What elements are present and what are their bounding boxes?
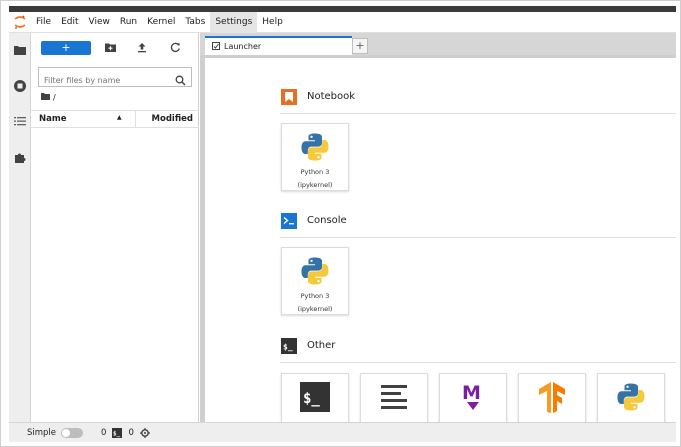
new-launcher-button[interactable]: + — [41, 41, 91, 55]
launcher-card-tensorflow[interactable] — [518, 373, 586, 422]
menu-run[interactable]: Run — [115, 12, 142, 33]
terminal-section-icon: $_ — [280, 337, 297, 354]
menu-tabs[interactable]: Tabs — [180, 12, 210, 33]
upload-icon[interactable] — [135, 40, 149, 54]
svg-text:M: M — [462, 382, 481, 404]
kernel-count[interactable]: 0 — [101, 428, 106, 438]
card-sublabel: (ipykernel) — [297, 181, 333, 189]
main-dock-area: Launcher + Notebook Python 3 (ipykernel)… — [200, 33, 676, 422]
section-divider — [280, 362, 676, 363]
jupyter-logo-icon — [9, 12, 31, 33]
card-sublabel: (ipykernel) — [297, 305, 333, 313]
table-of-contents-icon[interactable] — [11, 112, 29, 130]
tensorflow-icon — [519, 380, 585, 414]
breadcrumb-root[interactable]: / — [53, 93, 56, 102]
section-divider — [280, 237, 676, 238]
menu-edit[interactable]: Edit — [56, 12, 83, 33]
card-label: Python 3 — [300, 168, 330, 176]
extension-puzzle-icon[interactable] — [11, 149, 29, 167]
svg-text:$_: $_ — [113, 430, 121, 437]
python-logo-icon — [282, 130, 348, 164]
left-activity-bar — [9, 33, 31, 422]
file-browser-toolbar: + — [31, 33, 199, 61]
file-browser-panel: + / Name ▲ Mod — [31, 33, 199, 422]
column-name-header[interactable]: Name — [39, 114, 66, 124]
home-folder-icon[interactable] — [41, 93, 50, 102]
terminal-icon: $_ — [282, 380, 348, 414]
terminal-count[interactable]: 0 — [128, 428, 133, 438]
section-title-text: Notebook — [307, 91, 356, 102]
status-bar: Simple 0 $_ 0 — [9, 422, 676, 442]
section-notebook: Notebook — [280, 88, 355, 105]
launcher-card-markdown[interactable]: M — [439, 373, 507, 422]
folder-icon[interactable] — [11, 41, 29, 59]
menu-view[interactable]: View — [84, 12, 115, 33]
file-list-header: Name ▲ Modified — [31, 110, 199, 128]
new-tab-button[interactable]: + — [352, 38, 368, 54]
tab-bar: Launcher + — [200, 33, 676, 55]
section-title-text: Other — [307, 340, 336, 351]
card-label: Python 3 — [300, 292, 330, 300]
markdown-icon: M — [440, 380, 506, 414]
sort-ascending-icon: ▲ — [117, 114, 122, 121]
python-logo-icon — [282, 254, 348, 288]
column-divider[interactable] — [135, 111, 136, 128]
simple-mode-label: Simple — [27, 427, 57, 438]
menu-file[interactable]: File — [31, 12, 56, 33]
jupyterlab-window: File Edit View Run Kernel Tabs Settings … — [0, 0, 681, 447]
terminal-status-icon[interactable]: $_ — [112, 427, 123, 438]
launcher-card-python-file[interactable] — [597, 373, 665, 422]
svg-text:$_: $_ — [303, 391, 320, 407]
section-console: Console — [280, 212, 347, 229]
launcher-card-console-python3[interactable]: Python 3 (ipykernel) — [281, 247, 349, 315]
tab-label: Launcher — [224, 42, 262, 51]
launcher-tab-icon — [212, 41, 220, 52]
section-title-text: Console — [307, 215, 347, 226]
running-sessions-icon[interactable] — [11, 77, 29, 95]
python-file-icon — [598, 380, 664, 414]
file-filter-box — [38, 67, 192, 90]
menu-kernel[interactable]: Kernel — [142, 12, 180, 33]
section-other: $_ Other — [280, 337, 335, 354]
simple-mode-toggle[interactable] — [61, 427, 84, 438]
tab-launcher[interactable]: Launcher — [205, 36, 352, 55]
launcher-card-terminal[interactable]: $_ — [281, 373, 349, 422]
notebook-icon — [280, 88, 297, 105]
launcher-panel: Notebook Python 3 (ipykernel) Console Py… — [205, 58, 676, 422]
new-folder-icon[interactable] — [103, 40, 117, 54]
search-icon — [175, 71, 186, 90]
settings-gear-icon[interactable] — [139, 427, 150, 438]
menu-bar: File Edit View Run Kernel Tabs Settings … — [9, 11, 676, 33]
launcher-card-text-file[interactable] — [360, 373, 428, 422]
menu-settings[interactable]: Settings — [210, 11, 258, 33]
file-filter-input[interactable] — [39, 71, 167, 90]
column-modified-header[interactable]: Modified — [152, 114, 193, 124]
menu-help[interactable]: Help — [257, 12, 288, 33]
svg-text:$_: $_ — [283, 342, 293, 351]
text-file-icon — [361, 380, 427, 414]
console-icon — [280, 212, 297, 229]
section-divider — [280, 113, 676, 114]
breadcrumb: / — [41, 93, 56, 102]
launcher-card-notebook-python3[interactable]: Python 3 (ipykernel) — [281, 123, 349, 191]
refresh-icon[interactable] — [168, 40, 182, 54]
